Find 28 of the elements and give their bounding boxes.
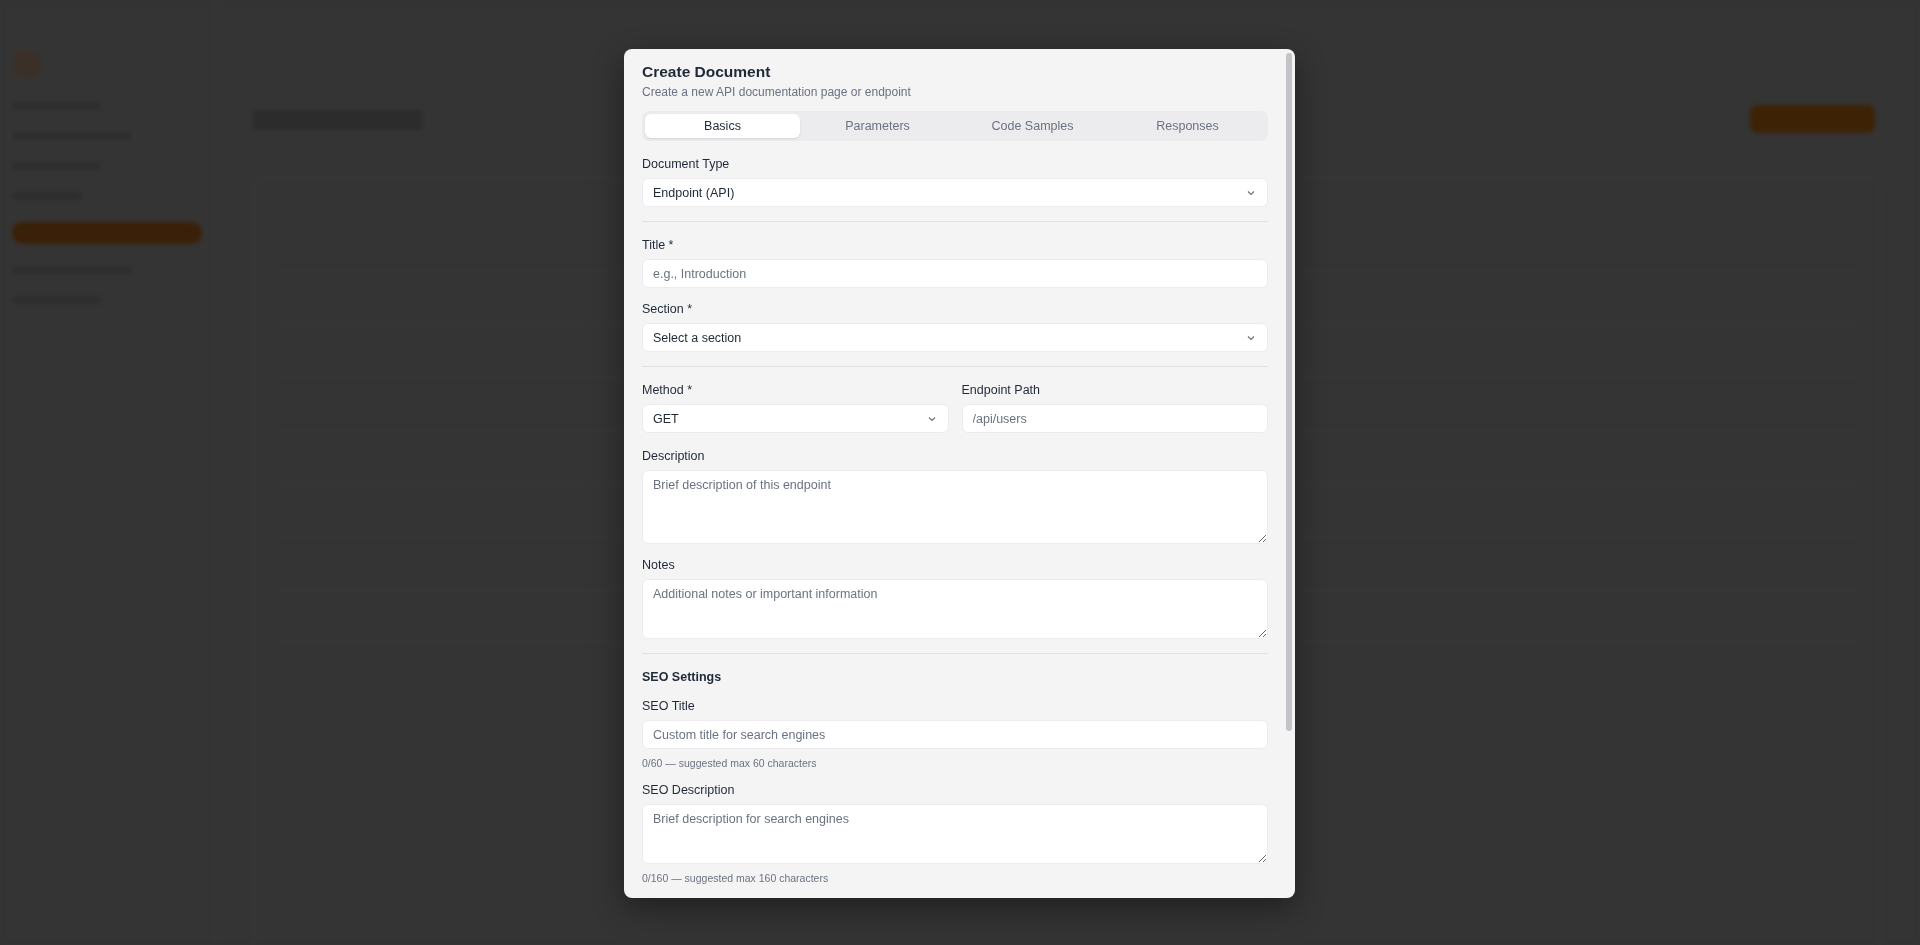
input-field[interactable]: Custom title for search engines: [642, 720, 1268, 749]
text-area[interactable]: Brief description of this endpoint: [642, 470, 1268, 544]
field-label: Document Type: [642, 157, 731, 171]
field-label: SEO Description: [642, 783, 736, 797]
input-field[interactable]: e.g., Introduction: [642, 259, 1268, 288]
tab[interactable]: Parameters: [800, 114, 955, 138]
tab[interactable]: Basics: [645, 114, 800, 138]
dialog-subtitle: Create a new API documentation page or endpoint: [642, 85, 912, 99]
character-count: 0/160 — suggested max 160 characters: [642, 872, 830, 884]
select-field[interactable]: Endpoint (API): [642, 178, 1268, 207]
field-label: Endpoint Path: [961, 383, 1042, 397]
field-label: Description: [642, 449, 706, 463]
field-label: Section *: [642, 302, 694, 316]
tab[interactable]: Responses: [1110, 114, 1265, 138]
tab[interactable]: Code Samples: [955, 114, 1110, 138]
field-label: Title *: [642, 238, 675, 252]
input-field[interactable]: /api/users: [961, 404, 1268, 433]
scrollbar-thumb[interactable]: [1286, 53, 1292, 731]
dialog-title: Create Document: [642, 63, 772, 81]
character-count: 0/60 — suggested max 60 characters: [642, 757, 818, 769]
text-area[interactable]: Brief description for search engines: [642, 804, 1268, 864]
select-field[interactable]: GET: [642, 404, 949, 433]
field-label: SEO Title: [642, 699, 696, 713]
field-label: Method *: [642, 383, 694, 397]
section-heading: SEO Settings: [642, 670, 723, 684]
select-field[interactable]: Select a section: [642, 323, 1268, 352]
text-area[interactable]: Additional notes or important information: [642, 579, 1268, 639]
field-label: Notes: [642, 558, 676, 572]
